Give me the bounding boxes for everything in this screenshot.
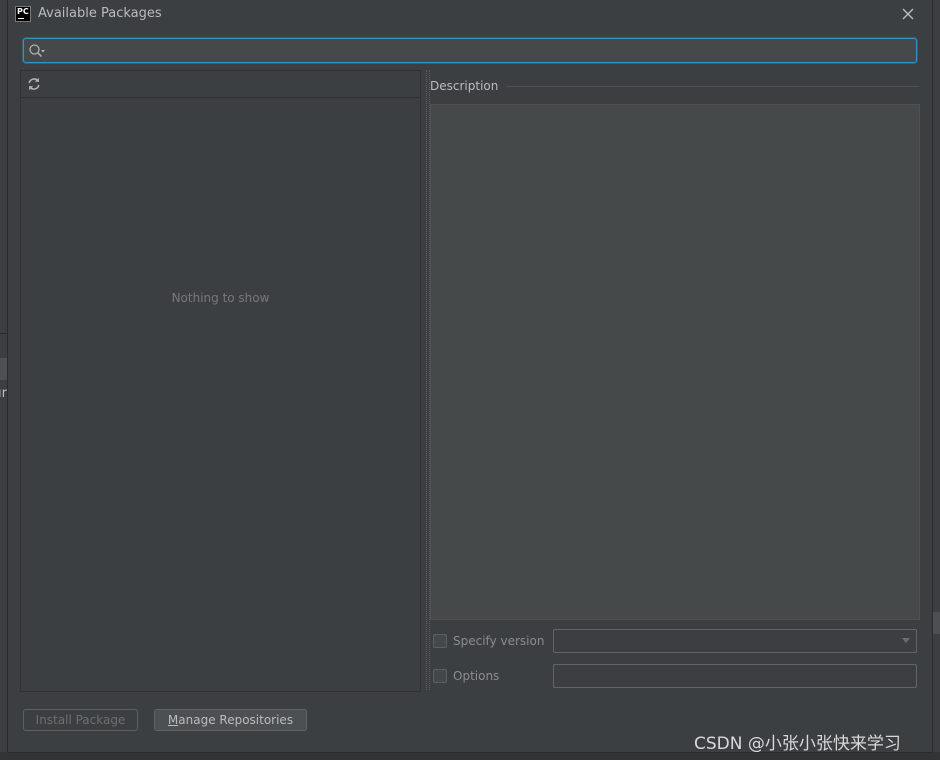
packages-toolbar xyxy=(21,71,420,98)
manage-label-rest: anage Repositories xyxy=(178,713,294,727)
background-text-fragment: ır xyxy=(0,386,7,401)
specify-version-checkbox[interactable] xyxy=(433,634,447,648)
background-window-edge: ır xyxy=(0,0,8,760)
options-input[interactable] xyxy=(553,664,917,688)
manage-repositories-button[interactable]: Manage Repositories xyxy=(154,709,307,731)
dialog-title: Available Packages xyxy=(38,6,162,21)
options-label[interactable]: Options xyxy=(453,669,499,683)
title-bar[interactable]: PC Available Packages xyxy=(8,0,932,30)
background-tab xyxy=(0,358,8,380)
packages-list-panel: Nothing to show xyxy=(20,70,421,692)
empty-state-text: Nothing to show xyxy=(171,291,270,305)
search-input[interactable] xyxy=(48,39,912,64)
pycharm-icon: PC xyxy=(15,6,31,22)
chevron-down-icon xyxy=(902,638,910,643)
description-label: Description xyxy=(430,79,507,93)
background-divider xyxy=(0,333,8,334)
search-icon[interactable] xyxy=(28,43,46,59)
refresh-icon[interactable] xyxy=(27,77,41,91)
description-area xyxy=(430,104,920,620)
install-package-button[interactable]: Install Package xyxy=(23,709,138,731)
options-checkbox[interactable] xyxy=(433,669,447,683)
version-dropdown[interactable] xyxy=(553,629,917,653)
manage-mnemonic: M xyxy=(167,713,179,727)
close-icon[interactable] xyxy=(900,6,916,22)
available-packages-dialog: PC Available Packages Nothing to show De… xyxy=(8,0,932,752)
search-field[interactable] xyxy=(23,38,917,64)
background-window-edge-right xyxy=(932,0,940,760)
specify-version-label[interactable]: Specify version xyxy=(453,634,544,648)
background-tab-right xyxy=(932,612,940,634)
watermark-text: CSDN @小张小张快来学习 xyxy=(694,734,901,754)
description-separator xyxy=(504,86,919,87)
